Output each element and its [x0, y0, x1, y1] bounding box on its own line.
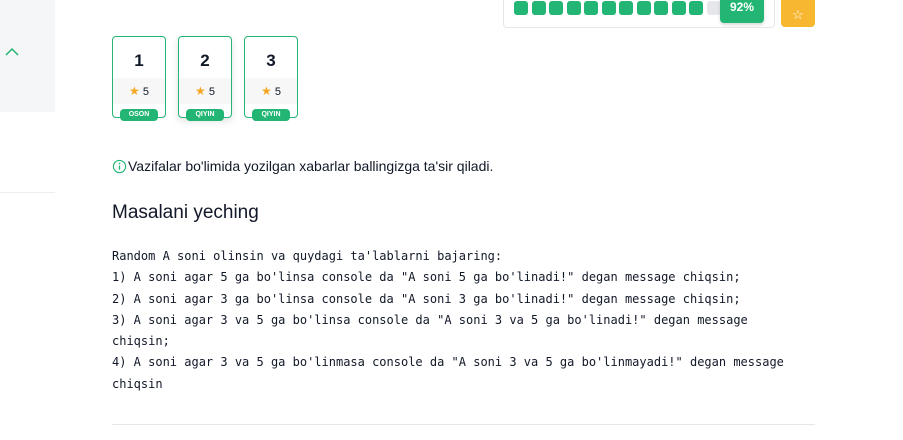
variant-score: ★ 5	[179, 78, 231, 104]
task-line: 1) A soni agar 5 ga bo'linsa console da …	[112, 270, 741, 285]
content-divider	[112, 424, 815, 425]
difficulty-badge: QIYIN	[186, 109, 224, 121]
info-notice: Vazifalar bo'limida yozilgan xabarlar ba…	[112, 158, 493, 174]
progress-segment	[706, 1, 721, 15]
variant-card-2[interactable]: 2 ★ 5 QIYIN	[178, 36, 232, 121]
variant-number: 1	[134, 51, 144, 70]
variant-score-value: 5	[274, 86, 281, 98]
variant-number: 3	[266, 51, 276, 70]
star-icon: ☆	[792, 7, 804, 22]
difficulty-badge: QIYIN	[252, 109, 290, 121]
task-title: Masalani yeching	[112, 202, 259, 223]
info-icon	[112, 159, 127, 173]
progress-panel: 92%	[503, 0, 775, 28]
variant-score-value: 5	[208, 86, 215, 98]
variant-score: ★ 5	[113, 78, 165, 104]
progress-segment	[636, 1, 651, 15]
progress-segment	[671, 1, 686, 15]
task-line: Random A soni olinsin va quydagi ta'labl…	[112, 249, 503, 263]
sidebar-panel	[0, 0, 55, 112]
progress-segment	[619, 1, 633, 15]
variant-score: ★ 5	[245, 78, 297, 104]
progress-segment	[689, 1, 703, 15]
progress-segment	[514, 1, 528, 15]
task-line: 2) A soni agar 3 ga bo'linsa console da …	[112, 291, 741, 306]
chevron-up-icon[interactable]	[4, 44, 20, 60]
progress-segment	[601, 1, 616, 15]
task-line: 4) A soni agar 3 va 5 ga bo'linmasa cons…	[112, 355, 792, 391]
task-line: 3) A soni agar 3 va 5 ga bo'linsa consol…	[112, 312, 755, 349]
progress-segment	[566, 1, 581, 15]
variant-score-value: 5	[142, 86, 149, 98]
favorite-button[interactable]: ☆	[781, 0, 815, 27]
progress-percent-badge: 92%	[720, 0, 764, 23]
star-icon: ★	[261, 84, 272, 98]
variant-card-1[interactable]: 1 ★ 5 OSON	[112, 36, 166, 121]
info-text: Vazifalar bo'limida yozilgan xabarlar ba…	[128, 158, 494, 174]
progress-segment	[549, 1, 563, 15]
variant-number: 2	[200, 51, 210, 70]
star-icon: ★	[195, 84, 206, 98]
progress-segment	[531, 1, 546, 15]
star-icon: ★	[129, 84, 140, 98]
task-description: Random A soni olinsin va quydagi ta'labl…	[112, 246, 812, 395]
difficulty-badge: OSON	[120, 109, 158, 121]
variant-card-3[interactable]: 3 ★ 5 QIYIN	[244, 36, 298, 121]
sidebar-divider	[0, 192, 55, 193]
progress-segment	[654, 1, 668, 15]
progress-segment	[584, 1, 598, 15]
